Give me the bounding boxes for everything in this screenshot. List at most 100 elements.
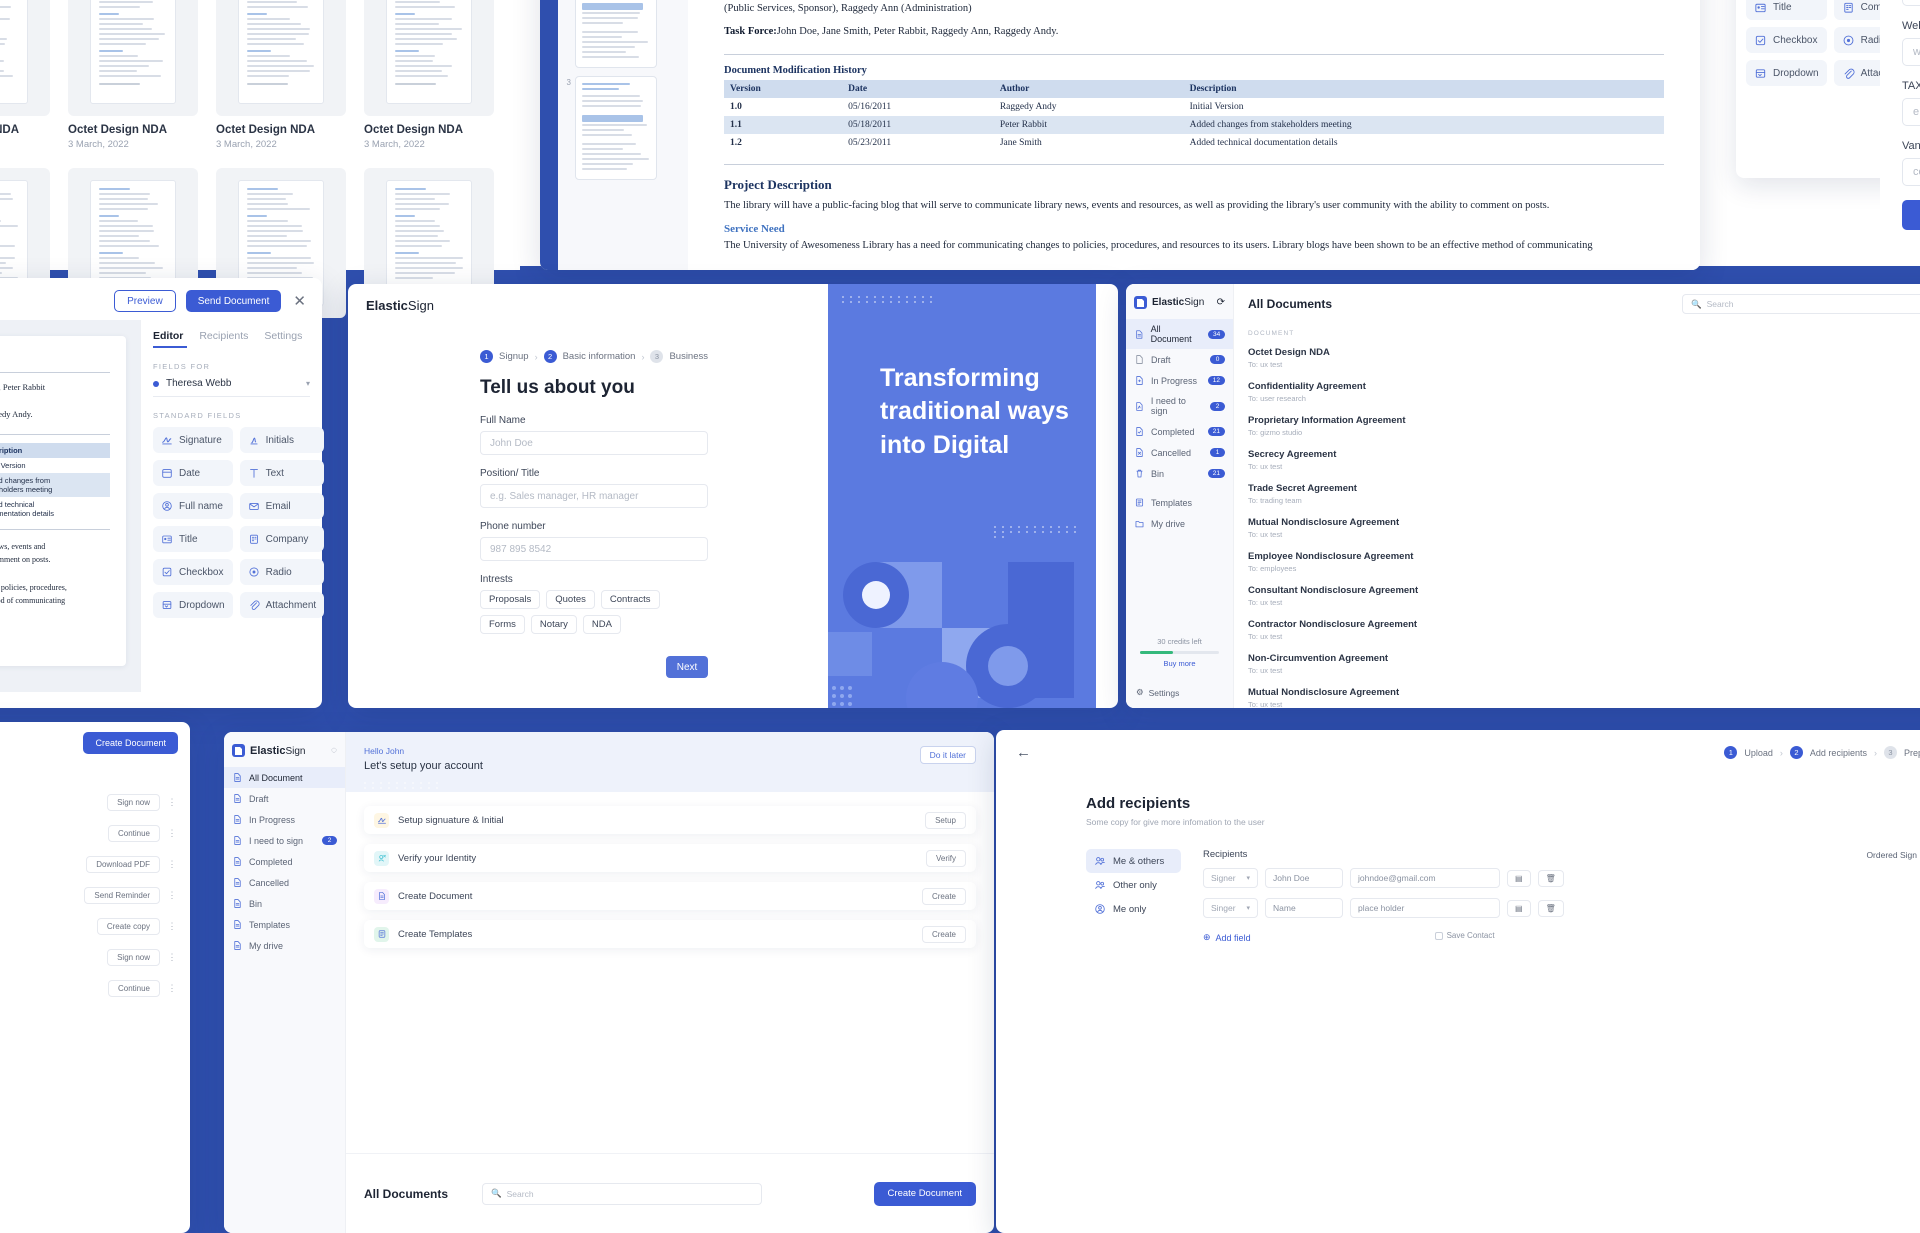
kebab-menu-icon[interactable]: ⋮	[166, 797, 178, 808]
recipient-contacts-button[interactable]: ▤	[1507, 870, 1531, 887]
send-document-button[interactable]: Send Document	[186, 290, 282, 312]
thumbnail-page[interactable]	[575, 76, 657, 180]
kebab-menu-icon[interactable]: ⋮	[166, 828, 178, 839]
form-input[interactable]: company	[1902, 158, 1920, 186]
onboard-sidebar-item-cancelled[interactable]: Cancelled	[224, 872, 345, 893]
document-card[interactable]: Octet Design NDA 3 March, 2022	[0, 0, 50, 150]
onboard-sidebar-item-completed[interactable]: Completed	[224, 851, 345, 872]
field-chip-signature[interactable]: Signature	[153, 427, 233, 453]
table-row[interactable]: Employee Nondisclosure Agreement To: empl…	[1248, 545, 1920, 579]
task-action-button[interactable]: Create	[922, 888, 966, 905]
table-row[interactable]: Non-Circumvention AgreementTo: ux testCa…	[1248, 647, 1920, 681]
recipient-role-select[interactable]: Singer ▾	[1203, 898, 1258, 918]
table-row[interactable]: Consultant Nondisclosure Agreement To: ux…	[1248, 579, 1920, 613]
sidebar-item-templates[interactable]: Templates	[1126, 492, 1233, 513]
table-row[interactable]: Octet Design NDATo: ux testDraft	[1248, 341, 1920, 375]
recipient-mode-me-others[interactable]: Me & others	[1086, 849, 1181, 873]
onboard-sidebar-item-all-document[interactable]: All Document	[224, 767, 345, 788]
sidebar-item-all-document[interactable]: All Document 34	[1126, 319, 1233, 349]
field-chip-dropdown[interactable]: Dropdown	[1746, 60, 1827, 86]
field-chip-full-name[interactable]: Full name	[153, 493, 233, 519]
sidebar-item-my-drive[interactable]: My drive	[1126, 513, 1233, 534]
create-document-button[interactable]: Create Document	[83, 732, 178, 754]
interest-chip[interactable]: NDA	[583, 615, 621, 634]
field-chip-company[interactable]: Company	[240, 526, 325, 552]
field-chip-title[interactable]: Title	[153, 526, 233, 552]
thumbnail-item[interactable]: 3	[562, 76, 684, 180]
onboard-sidebar-item-templates[interactable]: Templates	[224, 914, 345, 935]
field-chip-attachment[interactable]: Attachment	[240, 592, 325, 618]
setup-task-row[interactable]: Create Document Create	[364, 882, 976, 910]
interest-chip[interactable]: Proposals	[480, 590, 540, 609]
row-action-button[interactable]: Sign now	[107, 794, 160, 811]
task-action-button[interactable]: Verify	[926, 850, 966, 867]
field-chip-radio[interactable]: Radio	[240, 559, 325, 585]
row-action-button[interactable]: Create copy	[97, 918, 160, 935]
setup-task-row[interactable]: Create Templates Create	[364, 920, 976, 948]
ordered-sign-toggle[interactable]: Ordered Sign	[1866, 849, 1920, 860]
table-row[interactable]: Confidentiality Agreement To: user resear…	[1248, 375, 1920, 409]
field-chip-date[interactable]: Date	[153, 460, 233, 486]
close-icon[interactable]: ✕	[291, 294, 308, 309]
kebab-menu-icon[interactable]: ⋮	[166, 952, 178, 963]
thumbnail-page[interactable]	[575, 0, 657, 68]
interests-chips[interactable]: Proposals Quotes Contracts Forms Notary NDA	[480, 590, 708, 634]
page-thumbnails[interactable]: 123	[558, 0, 688, 270]
field-chip-checkbox[interactable]: Checkbox	[1746, 27, 1827, 53]
form-input[interactable]: e.g. 22AAAA0000A1Z5	[1902, 98, 1920, 126]
recipient-selector[interactable]: Theresa Webb ▾	[153, 378, 310, 397]
recipient-mode-me-only[interactable]: Me only	[1086, 897, 1181, 921]
row-action-button[interactable]: Continue	[108, 825, 160, 842]
sidebar-item-bin[interactable]: Bin 21	[1126, 463, 1233, 484]
next-button[interactable]: Next	[666, 656, 708, 678]
sidebar-item-settings[interactable]: ⚙ Settings	[1136, 687, 1179, 698]
kebab-menu-icon[interactable]: ⋮	[166, 890, 178, 901]
onboard-sidebar-item-in-progress[interactable]: In Progress	[224, 809, 345, 830]
interest-chip[interactable]: Forms	[480, 615, 525, 634]
table-row[interactable]: Proprietary Information Agreement To: giz…	[1248, 409, 1920, 443]
setup-task-row[interactable]: Setup signuature & Initial Setup	[364, 806, 976, 834]
table-row[interactable]: Mutual Nondisclosure Agreement To: ux tes…	[1248, 511, 1920, 545]
task-action-button[interactable]: Create	[922, 926, 966, 943]
sidebar-item-cancelled[interactable]: Cancelled 1	[1126, 442, 1233, 463]
table-row[interactable]: Mutual Nondisclosure Agreement To: ux tes…	[1248, 681, 1920, 708]
recipient-name-input[interactable]: Name	[1265, 898, 1343, 918]
onboard-sidebar-item-bin[interactable]: Bin	[224, 893, 345, 914]
task-action-button[interactable]: Setup	[925, 812, 966, 829]
interest-chip[interactable]: Notary	[531, 615, 577, 634]
signup-input[interactable]: e.g. Sales manager, HR manager	[480, 484, 708, 508]
field-chip-title[interactable]: Title	[1746, 0, 1827, 20]
sidebar-item-draft[interactable]: Draft 0	[1126, 349, 1233, 370]
table-row[interactable]: Trade Secret AgreementTo: trading teamCo…	[1248, 477, 1920, 511]
onboard-sidebar-item-i-need-to-sign[interactable]: I need to sign 2	[224, 830, 345, 851]
do-it-later-button[interactable]: Do it later	[920, 746, 976, 764]
recipient-role-select[interactable]: Signer ▾	[1203, 868, 1258, 888]
sidebar-nav[interactable]: All Document 34 Draft 0 In Progress 12 I need …	[1126, 319, 1233, 534]
footer-create-document-button[interactable]: Create Document	[874, 1182, 976, 1206]
back-arrow-icon[interactable]: ←	[1016, 744, 1031, 761]
editor-canvas[interactable]: s mmer), Peter Rabbit, Raggedy Andy. Des…	[0, 320, 140, 692]
recipient-contacts-button[interactable]: ▤	[1507, 900, 1531, 917]
signup-input[interactable]: John Doe	[480, 431, 708, 455]
search-input[interactable]: 🔍 Search	[1682, 294, 1920, 314]
field-chip-initials[interactable]: Initials	[240, 427, 325, 453]
recipient-mode-other-only[interactable]: Other only	[1086, 873, 1181, 897]
preview-button[interactable]: Preview	[114, 290, 176, 312]
bell-icon[interactable]: ◌	[331, 745, 337, 756]
row-action-button[interactable]: Download PDF	[86, 856, 160, 873]
kebab-menu-icon[interactable]: ⋮	[166, 921, 178, 932]
kebab-menu-icon[interactable]: ⋮	[166, 983, 178, 994]
field-chip-email[interactable]: Email	[240, 493, 325, 519]
recipient-modes[interactable]: Me & others Other only Me only	[1086, 849, 1181, 943]
tab-editor[interactable]: Editor	[153, 330, 183, 342]
form-input[interactable]: John Doe PVT. LTD	[1902, 0, 1920, 6]
document-card[interactable]: Octet Design NDA 3 March, 2022	[68, 0, 198, 150]
save-contact-checkbox[interactable]: Save Contact	[1435, 931, 1495, 940]
tab-settings[interactable]: Settings	[264, 330, 302, 342]
row-action-button[interactable]: Continue	[108, 980, 160, 997]
onboard-sidebar-item-my-drive[interactable]: My drive	[224, 935, 345, 956]
sidebar-item-i-need-to-sign[interactable]: I need to sign 2	[1126, 391, 1233, 421]
sidebar-item-in-progress[interactable]: In Progress 12	[1126, 370, 1233, 391]
onboard-sidebar-item-draft[interactable]: Draft	[224, 788, 345, 809]
recipient-name-input[interactable]: John Doe	[1265, 868, 1343, 888]
